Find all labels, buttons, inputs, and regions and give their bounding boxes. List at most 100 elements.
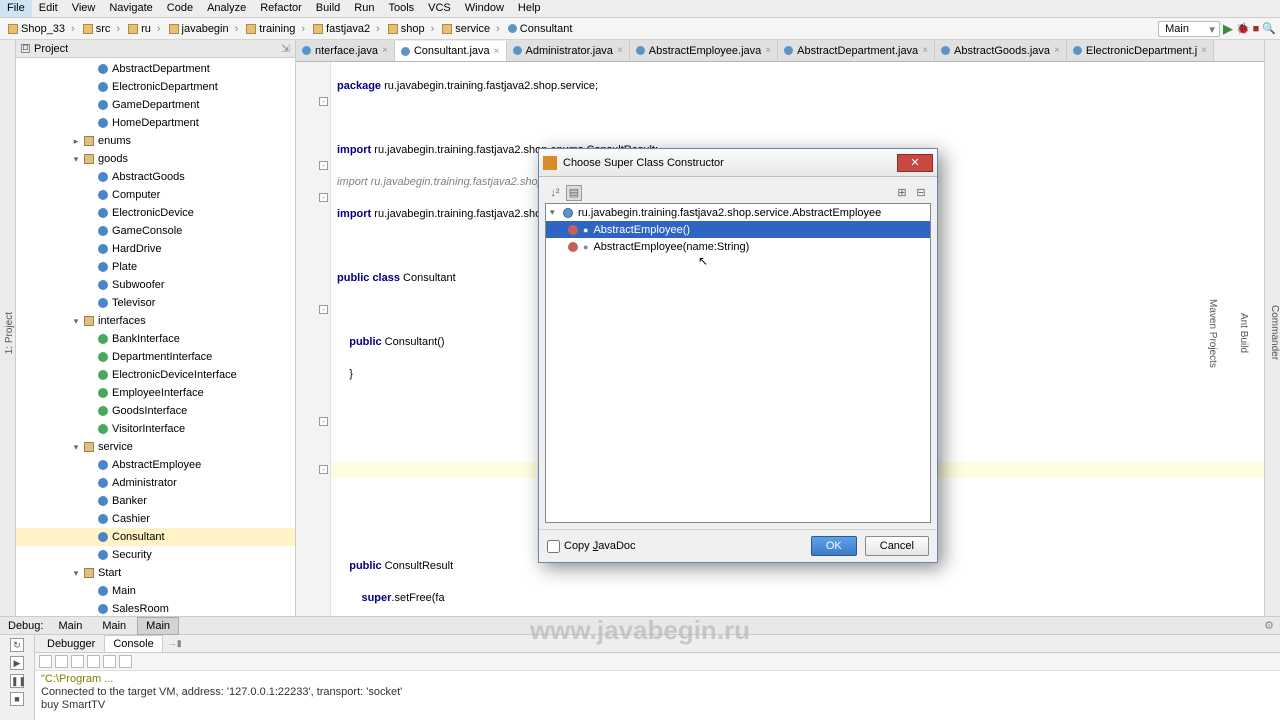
close-tab-icon[interactable]: × <box>1201 45 1207 56</box>
tree-node-administrator[interactable]: Administrator <box>16 474 295 492</box>
run-config-select[interactable]: Main ▾ <box>1158 21 1220 37</box>
stop-icon[interactable]: ■ <box>10 692 24 706</box>
close-icon[interactable]: ✕ <box>897 154 933 172</box>
tab-console[interactable]: Console <box>104 635 162 652</box>
run-to-cursor-icon[interactable] <box>87 655 100 668</box>
fold-icon[interactable]: - <box>319 305 328 314</box>
expander-icon[interactable]: ▾ <box>72 568 80 579</box>
rerun-icon[interactable]: ↻ <box>10 638 24 652</box>
editor-tab[interactable]: Consultant.java× <box>395 41 507 62</box>
tree-node-service[interactable]: ▾service <box>16 438 295 456</box>
editor-tab[interactable]: Administrator.java× <box>507 40 630 61</box>
editor-tab[interactable]: AbstractEmployee.java× <box>630 40 778 61</box>
crumb-src[interactable]: src› <box>79 23 124 35</box>
menu-edit[interactable]: Edit <box>32 0 65 17</box>
tree-node-enums[interactable]: ▸enums <box>16 132 295 150</box>
close-tab-icon[interactable]: × <box>617 45 623 56</box>
resume-icon[interactable]: ▶ <box>10 656 24 670</box>
search-icon[interactable]: 🔍 <box>1262 22 1276 35</box>
editor-tab[interactable]: nterface.java× <box>296 40 395 61</box>
menu-navigate[interactable]: Navigate <box>102 0 159 17</box>
constructor-list[interactable]: ▾ ru.javabegin.training.fastjava2.shop.s… <box>545 203 931 523</box>
expand-icon[interactable]: ⊞ <box>894 185 910 201</box>
side-commander[interactable]: Commander <box>1269 305 1280 360</box>
close-tab-icon[interactable]: × <box>494 46 500 57</box>
copy-javadoc-input[interactable] <box>547 540 560 553</box>
filter-icon[interactable]: ▤ <box>566 185 582 201</box>
close-tab-icon[interactable]: × <box>922 45 928 56</box>
constructor-item[interactable]: ● AbstractEmployee(name:String) <box>546 238 930 255</box>
menu-analyze[interactable]: Analyze <box>200 0 253 17</box>
more-icon[interactable] <box>119 655 132 668</box>
tree-node-gamedepartment[interactable]: GameDepartment <box>16 96 295 114</box>
fold-icon[interactable]: - <box>319 193 328 202</box>
fold-icon[interactable]: - <box>319 97 328 106</box>
crumb-fastjava2[interactable]: fastjava2› <box>309 23 384 35</box>
run-icon[interactable]: ▶ <box>1223 21 1233 37</box>
tree-node-gameconsole[interactable]: GameConsole <box>16 222 295 240</box>
tree-node-televisor[interactable]: Televisor <box>16 294 295 312</box>
menu-code[interactable]: Code <box>160 0 200 17</box>
step-into-icon[interactable] <box>55 655 68 668</box>
tree-node-electronicdevice[interactable]: ElectronicDevice <box>16 204 295 222</box>
tree-node-interfaces[interactable]: ▾interfaces <box>16 312 295 330</box>
crumb-shop_33[interactable]: Shop_33› <box>4 23 79 35</box>
step-out-icon[interactable] <box>71 655 84 668</box>
tree-node-main[interactable]: Main <box>16 582 295 600</box>
tree-node-electronicdepartment[interactable]: ElectronicDepartment <box>16 78 295 96</box>
fold-icon[interactable]: - <box>319 465 328 474</box>
tree-node-plate[interactable]: Plate <box>16 258 295 276</box>
tree-node-goods[interactable]: ▾goods <box>16 150 295 168</box>
project-tree[interactable]: AbstractDepartmentElectronicDepartmentGa… <box>16 58 295 616</box>
tree-root[interactable]: ▾ ru.javabegin.training.fastjava2.shop.s… <box>546 204 930 221</box>
tree-node-start[interactable]: ▾Start <box>16 564 295 582</box>
menu-tools[interactable]: Tools <box>381 0 421 17</box>
tab-debugger[interactable]: Debugger <box>39 636 103 652</box>
stop-icon[interactable]: ■ <box>1253 23 1260 35</box>
run-tab-main[interactable]: Main <box>137 617 179 635</box>
expander-icon[interactable]: ▸ <box>72 136 80 147</box>
sort-icon[interactable]: ↓² <box>547 185 563 201</box>
editor-tab[interactable]: AbstractDepartment.java× <box>778 40 935 61</box>
tree-node-visitorinterface[interactable]: VisitorInterface <box>16 420 295 438</box>
console-output[interactable]: "C:\Program ... Connected to the target … <box>35 671 1280 714</box>
side-ant[interactable]: Ant Build <box>1238 313 1249 353</box>
crumb-javabegin[interactable]: javabegin› <box>165 23 243 35</box>
constructor-item[interactable]: ● AbstractEmployee() <box>546 221 930 238</box>
crumb-service[interactable]: service› <box>438 23 504 35</box>
dialog-title-bar[interactable]: Choose Super Class Constructor ✕ <box>539 149 937 177</box>
side-project[interactable]: 1: Project <box>4 312 15 354</box>
expander-icon[interactable]: ▾ <box>72 442 80 453</box>
tree-node-banker[interactable]: Banker <box>16 492 295 510</box>
run-tab-main[interactable]: Main <box>49 617 91 635</box>
tree-node-abstractdepartment[interactable]: AbstractDepartment <box>16 60 295 78</box>
tree-node-homedepartment[interactable]: HomeDepartment <box>16 114 295 132</box>
close-tab-icon[interactable]: × <box>382 45 388 56</box>
tree-node-goodsinterface[interactable]: GoodsInterface <box>16 402 295 420</box>
step-over-icon[interactable] <box>39 655 52 668</box>
tree-node-security[interactable]: Security <box>16 546 295 564</box>
menu-help[interactable]: Help <box>511 0 548 17</box>
settings-icon[interactable]: ⚙ <box>1264 619 1280 632</box>
eval-icon[interactable] <box>103 655 116 668</box>
menu-refactor[interactable]: Refactor <box>253 0 309 17</box>
tree-node-computer[interactable]: Computer <box>16 186 295 204</box>
menu-run[interactable]: Run <box>347 0 381 17</box>
crumb-shop[interactable]: shop› <box>384 23 439 35</box>
tree-node-subwoofer[interactable]: Subwoofer <box>16 276 295 294</box>
tree-node-bankinterface[interactable]: BankInterface <box>16 330 295 348</box>
tree-node-employeeinterface[interactable]: EmployeeInterface <box>16 384 295 402</box>
editor-tab[interactable]: AbstractGoods.java× <box>935 40 1067 61</box>
menu-build[interactable]: Build <box>309 0 347 17</box>
menu-vcs[interactable]: VCS <box>421 0 458 17</box>
tree-node-cashier[interactable]: Cashier <box>16 510 295 528</box>
side-maven[interactable]: Maven Projects <box>1207 299 1218 368</box>
fold-icon[interactable]: - <box>319 161 328 170</box>
copy-javadoc-checkbox[interactable]: Copy JavaDoc <box>547 540 636 553</box>
crumb-training[interactable]: training› <box>242 23 309 35</box>
tree-node-departmentinterface[interactable]: DepartmentInterface <box>16 348 295 366</box>
crumb-consultant[interactable]: Consultant <box>504 23 577 35</box>
close-tab-icon[interactable]: × <box>765 45 771 56</box>
pause-icon[interactable]: ❚❚ <box>10 674 24 688</box>
tree-node-harddrive[interactable]: HardDrive <box>16 240 295 258</box>
